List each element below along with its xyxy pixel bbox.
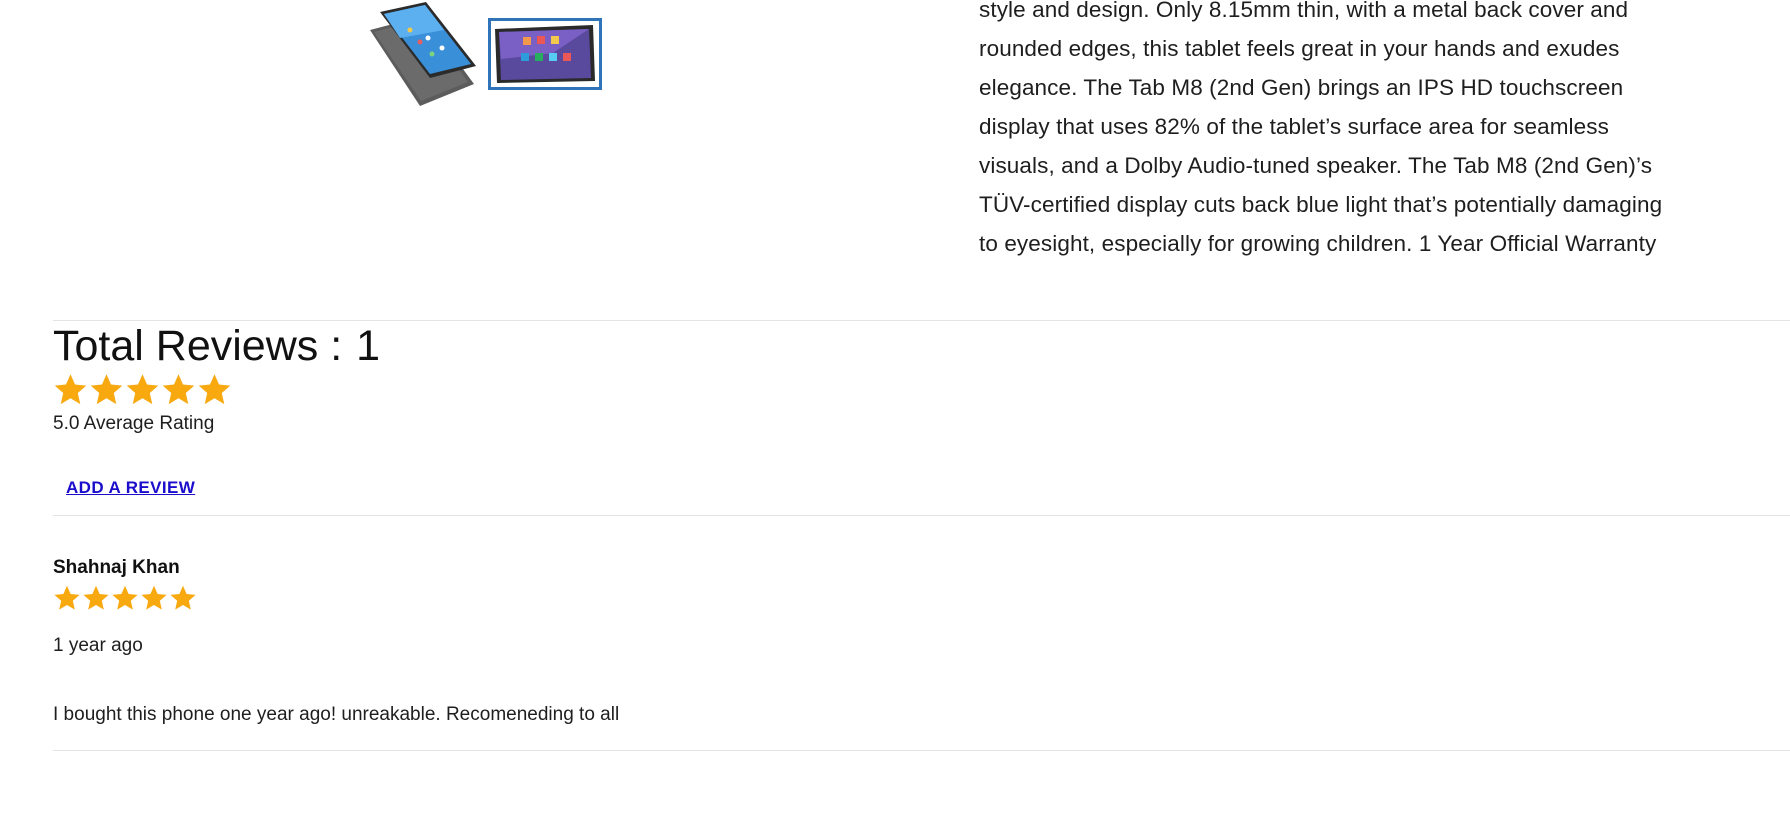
reviewer-name: Shahnaj Khan bbox=[53, 557, 180, 578]
section-divider bbox=[53, 515, 1790, 516]
star-icon bbox=[162, 374, 195, 405]
total-reviews-heading: Total Reviews : 1 bbox=[53, 320, 380, 372]
star-icon bbox=[54, 585, 80, 610]
average-rating-text: 5.0 Average Rating bbox=[53, 413, 215, 434]
star-icon bbox=[126, 374, 159, 405]
star-icon bbox=[112, 585, 138, 610]
average-rating-stars bbox=[53, 372, 232, 407]
gallery-thumbnail-1[interactable] bbox=[364, 2, 480, 112]
star-icon bbox=[83, 585, 109, 610]
product-description: style and design. Only 8.15mm thin, with… bbox=[979, 0, 1663, 256]
total-reviews-label: Total Reviews : bbox=[53, 322, 355, 370]
star-icon bbox=[54, 374, 87, 405]
section-divider bbox=[53, 750, 1790, 751]
review-body: I bought this phone one year ago! unreak… bbox=[53, 704, 620, 725]
star-icon bbox=[198, 374, 231, 405]
tablet-landscape-image bbox=[495, 25, 595, 83]
star-icon bbox=[90, 374, 123, 405]
review-timestamp: 1 year ago bbox=[53, 635, 143, 656]
tablet-angled-image bbox=[370, 2, 476, 106]
star-icon bbox=[170, 585, 196, 610]
gallery-thumbnail-2-selected[interactable] bbox=[488, 18, 602, 90]
product-page: style and design. Only 8.15mm thin, with… bbox=[0, 0, 1790, 823]
review-rating-stars bbox=[53, 584, 197, 612]
total-reviews-count: 1 bbox=[356, 322, 381, 370]
add-review-link[interactable]: ADD A REVIEW bbox=[66, 478, 195, 498]
star-icon bbox=[141, 585, 167, 610]
